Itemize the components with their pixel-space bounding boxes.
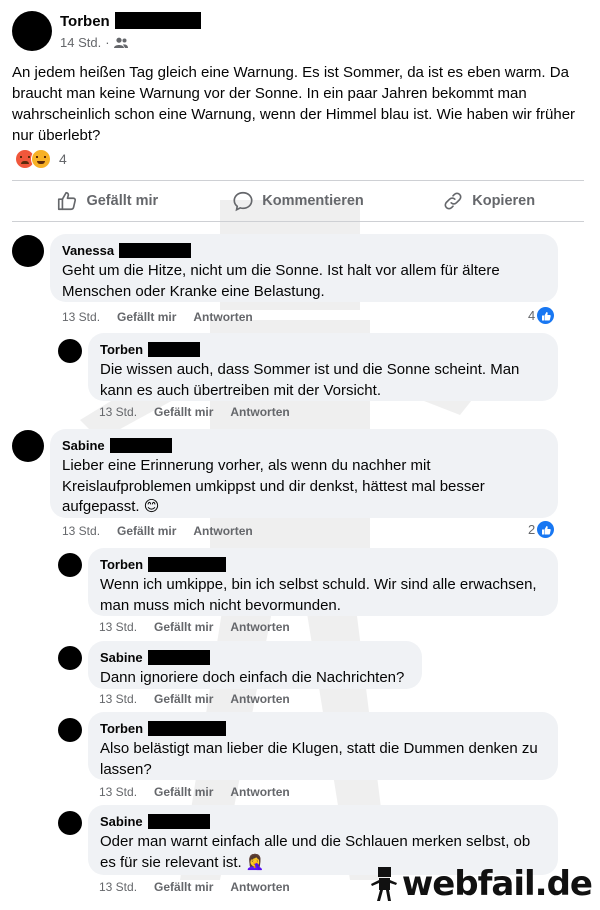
- comment-bubble: Torben Wenn ich umkippe, bin ich selbst …: [88, 548, 558, 616]
- meta-separator: ·: [105, 35, 110, 50]
- comment-bubble: Sabine Lieber eine Erinnerung vorher, al…: [50, 429, 558, 518]
- comment-reply-link[interactable]: Antworten: [230, 880, 289, 894]
- like-badge-icon: [537, 307, 555, 324]
- comment-time[interactable]: 13 Std.: [99, 620, 137, 634]
- post-author-avatar[interactable]: [12, 11, 52, 51]
- divider-top: [12, 180, 584, 181]
- comment-text: Dann ignoriere doch einfach die Nachrich…: [100, 669, 405, 686]
- comment-text: Wenn ich umkippe, bin ich selbst schuld.…: [100, 576, 537, 614]
- comment-author[interactable]: Torben: [100, 341, 546, 357]
- thumbs-up-icon: [58, 191, 77, 211]
- comment-reply-link[interactable]: Antworten: [230, 405, 289, 419]
- like-count-number: 2: [528, 522, 536, 537]
- comment-bubble: Torben Die wissen auch, dass Sommer ist …: [88, 333, 558, 401]
- comment-meta: 13 Std. Gefällt mir Antworten: [62, 524, 253, 538]
- comment-time[interactable]: 13 Std.: [99, 692, 137, 706]
- comment-author[interactable]: Vanessa: [62, 242, 546, 258]
- comment-button-label: Kommentieren: [262, 193, 364, 209]
- comment-like-link[interactable]: Gefällt mir: [154, 785, 213, 799]
- comment-bubble: Torben Also belästigt man lieber die Klu…: [88, 712, 558, 780]
- divider-bottom: [12, 221, 584, 222]
- reaction-count: 4: [59, 151, 67, 167]
- comment-meta: 13 Std. Gefällt mir Antworten: [99, 620, 290, 634]
- comment-button[interactable]: Kommentieren: [203, 182, 394, 220]
- comment-bubble: Sabine Dann ignoriere doch einfach die N…: [88, 641, 422, 689]
- comment-avatar[interactable]: [12, 235, 44, 267]
- comment-author[interactable]: Torben: [100, 556, 546, 572]
- like-button-label: Gefällt mir: [86, 193, 159, 209]
- comment-author[interactable]: Sabine: [100, 813, 546, 829]
- redacted-surname: [148, 720, 227, 736]
- copy-button-label: Kopieren: [472, 193, 536, 209]
- redacted-surname: [147, 649, 210, 665]
- reply-avatar[interactable]: [58, 553, 82, 577]
- comment-like-link[interactable]: Gefällt mir: [154, 405, 213, 419]
- post-author-name[interactable]: Torben: [60, 12, 201, 30]
- redacted-surname: [148, 556, 227, 572]
- friends-icon: [113, 37, 128, 48]
- copy-button[interactable]: Kopieren: [393, 182, 584, 220]
- redacted-surname: [114, 12, 201, 29]
- comment-reply-link[interactable]: Antworten: [193, 310, 252, 324]
- reply-avatar[interactable]: [58, 718, 82, 742]
- reply-avatar[interactable]: [58, 646, 82, 670]
- like-badge-icon: [537, 521, 555, 538]
- comment-meta: 13 Std. Gefällt mir Antworten: [99, 405, 290, 419]
- post-actions-bar: Gefällt mir Kommentieren Kopieren: [12, 182, 584, 220]
- comment-author[interactable]: Sabine: [100, 649, 410, 665]
- comment-like-link[interactable]: Gefällt mir: [154, 620, 213, 634]
- redacted-surname: [147, 813, 210, 829]
- comment-text: Geht um die Hitze, nicht um die Sonne. I…: [62, 262, 500, 300]
- reactions-summary[interactable]: 4: [15, 149, 67, 169]
- redacted-surname: [109, 437, 172, 453]
- comment-time[interactable]: 13 Std.: [62, 524, 100, 538]
- webfail-logo: webfail.de: [370, 864, 593, 904]
- comment-reply-link[interactable]: Antworten: [230, 785, 289, 799]
- post-text: An jedem heißen Tag gleich eine Warnung.…: [12, 64, 576, 144]
- like-count-number: 4: [528, 308, 536, 323]
- reply-avatar[interactable]: [58, 339, 82, 363]
- post-time[interactable]: 14 Std.: [60, 35, 101, 50]
- comment-meta: 13 Std. Gefällt mir Antworten: [62, 310, 253, 324]
- comment-like-link[interactable]: Gefällt mir: [154, 692, 213, 706]
- post-meta: 14 Std. ·: [60, 35, 128, 50]
- redacted-surname: [148, 341, 201, 357]
- link-icon: [444, 192, 462, 210]
- webfail-mascot-icon: [370, 867, 397, 901]
- comment-like-link[interactable]: Gefällt mir: [117, 524, 176, 538]
- comment-author[interactable]: Sabine: [62, 437, 546, 453]
- reply-avatar[interactable]: [58, 811, 82, 835]
- comment-like-link[interactable]: Gefällt mir: [154, 880, 213, 894]
- comment-time[interactable]: 13 Std.: [99, 880, 137, 894]
- comment-meta: 13 Std. Gefällt mir Antworten: [99, 692, 290, 706]
- comment-time[interactable]: 13 Std.: [99, 405, 137, 419]
- comment-bubble: Vanessa Geht um die Hitze, nicht um die …: [50, 234, 558, 302]
- webfail-logo-text: webfail.de: [401, 864, 593, 904]
- comment-like-count[interactable]: 2: [528, 521, 555, 538]
- comment-avatar[interactable]: [12, 430, 44, 462]
- comment-text: Also belästigt man lieber die Klugen, st…: [100, 740, 538, 778]
- comment-meta: 13 Std. Gefällt mir Antworten: [99, 785, 290, 799]
- comment-time[interactable]: 13 Std.: [62, 310, 100, 324]
- comment-time[interactable]: 13 Std.: [99, 785, 137, 799]
- comment-reply-link[interactable]: Antworten: [193, 524, 252, 538]
- comment-meta: 13 Std. Gefällt mir Antworten: [99, 880, 290, 894]
- laughing-emoji-icon: [31, 149, 51, 169]
- comment-reply-link[interactable]: Antworten: [230, 692, 289, 706]
- comment-bubble-icon: [233, 191, 253, 212]
- like-button[interactable]: Gefällt mir: [12, 182, 203, 220]
- comment-author[interactable]: Torben: [100, 720, 546, 736]
- comment-like-link[interactable]: Gefällt mir: [117, 310, 176, 324]
- comment-reply-link[interactable]: Antworten: [230, 620, 289, 634]
- comment-text: Lieber eine Erinnerung vorher, als wenn …: [62, 457, 485, 515]
- comment-like-count[interactable]: 4: [528, 307, 555, 324]
- comment-text: Die wissen auch, dass Sommer ist und die…: [100, 361, 520, 399]
- redacted-surname: [119, 242, 192, 258]
